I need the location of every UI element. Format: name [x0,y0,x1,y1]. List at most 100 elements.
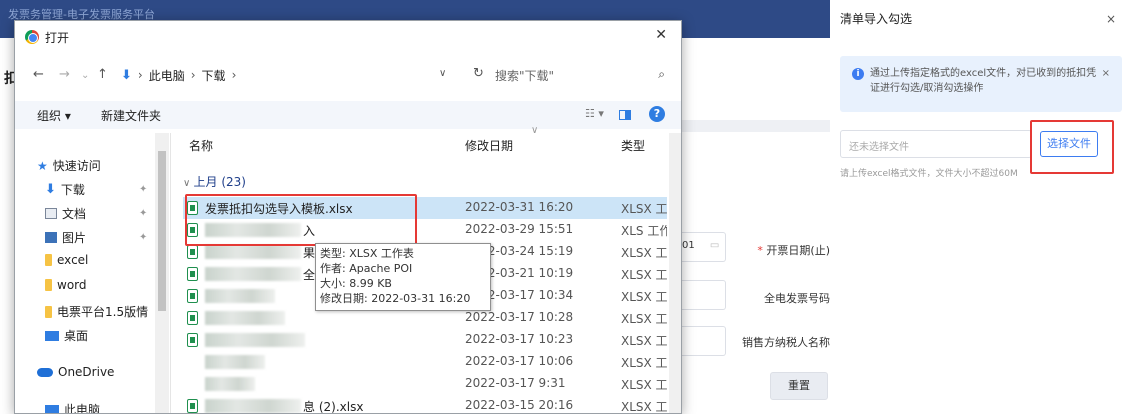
up-arrow-icon[interactable]: ↑ [97,67,108,82]
pin-icon: ✦ [139,232,148,243]
refresh-icon[interactable]: ↻ [473,66,484,81]
desktop-icon [45,330,59,341]
nav-item-quick-access[interactable]: ★ 快速访问 [37,157,101,174]
info-notice: i 通过上传指定格式的excel文件，对已收到的抵扣凭证进行勾选/取消勾选操作 … [840,56,1122,112]
file-type: XLSX 工作表 [621,334,667,348]
nav-item-onedrive[interactable]: OneDrive [37,365,114,379]
documents-icon [45,208,57,219]
recent-dropdown-icon[interactable]: ⌄ [81,70,89,81]
tooltip-author: 作者: Apache POI [320,262,413,275]
chrome-icon [25,30,39,44]
pictures-icon [45,232,57,243]
folder-icon [45,254,52,266]
file-path-input[interactable]: 还未选择文件 [840,130,1032,158]
file-list-scrollbar[interactable] [669,133,681,413]
file-type: XLSX 工作表 [621,312,667,326]
file-name: 全 [303,268,316,282]
nav-item-word[interactable]: word [45,278,87,292]
file-row[interactable]: 2022-03-17 10:23 XLSX 工作表 [183,329,667,351]
blurred-name [205,333,305,347]
file-type: XLSX 工作表 [621,378,667,392]
address-row: ← → ⌄ ↑ ⬇ › 此电脑 › 下载 › ∨ ↻ 搜索"下载" ⌕ [15,59,681,91]
date-field[interactable]: 01 ▭ [678,232,726,262]
folder-icon [45,305,52,318]
file-type: XLS 工作表 [621,224,667,238]
sort-indicator-icon: ∨ [531,125,539,136]
search-placeholder: 搜索"下载" [495,69,555,83]
blurred-name [205,311,285,325]
preview-pane-icon[interactable] [619,110,631,120]
group-header[interactable]: ∨ 上月 (23) [183,173,246,190]
search-input[interactable]: 搜索"下载" ⌕ [487,61,673,89]
file-date: 2022-03-31 16:20 [465,200,574,214]
download-icon: ⬇ [45,182,56,197]
onedrive-icon [37,367,53,377]
column-header-type[interactable]: 类型 [621,137,645,154]
invoice-number-field[interactable] [678,280,726,310]
column-header-name[interactable]: 名称 [189,137,213,154]
dialog-titlebar: 打开 ✕ [15,21,681,51]
info-icon: i [852,68,864,80]
highlight-box [1030,120,1114,174]
upload-hint: 请上传excel格式文件，文件大小不超过60M [840,169,1018,179]
tooltip-type: 类型: XLSX 工作表 [320,247,414,260]
new-folder-button[interactable]: 新建文件夹 [101,107,161,124]
download-icon: ⬇ [121,67,132,83]
nav-item-downloads[interactable]: ⬇ 下载 ✦ [45,181,147,198]
pin-icon: ✦ [139,208,148,219]
file-tooltip: 类型: XLSX 工作表 作者: Apache POI 大小: 8.99 KB … [315,243,491,311]
reset-button[interactable]: 重置 [770,372,828,400]
nav-scrollbar[interactable] [155,133,169,413]
dialog-title: 打开 [45,31,70,45]
excel-file-icon [187,399,198,413]
file-type: XLSX 工作表 [621,356,667,370]
blurred-name [205,355,265,369]
notice-close-icon[interactable]: × [1102,66,1110,81]
dialog-toolbar: 组织 ▾ 新建文件夹 ☷ ▾ ? [15,101,681,129]
view-options-icon[interactable]: ☷ ▾ [585,107,604,120]
nav-item-this-pc[interactable]: 此电脑 [45,401,100,413]
file-row[interactable]: 2022-03-17 10:06 XLSX 工作表 [183,351,667,373]
file-date: 2022-03-17 10:06 [465,354,574,368]
chevron-down-icon[interactable]: ∨ [439,68,446,79]
date-field-value: 01 [682,240,695,251]
file-name: 果 [303,246,316,260]
breadcrumb-downloads[interactable]: 下载 [202,67,226,84]
pin-icon: ✦ [139,184,148,195]
back-arrow-icon[interactable]: ← [33,67,44,82]
help-icon[interactable]: ? [649,106,665,122]
address-bar[interactable]: ⬇ › 此电脑 › 下载 › [115,61,473,89]
file-date: 2022-03-17 10:28 [465,310,574,324]
close-icon[interactable]: × [1106,12,1116,26]
organize-menu[interactable]: 组织 ▾ [37,107,71,124]
file-name: 息 (2).xlsx [303,400,364,414]
blurred-name [205,245,301,259]
notice-text: 通过上传指定格式的excel文件，对已收到的抵扣凭证进行勾选/取消勾选操作 [870,68,1097,94]
file-date: 2022-03-15 20:16 [465,398,574,412]
label-invoice-date-end: * 开票日期(止) [757,244,830,257]
nav-item-eplatform[interactable]: 电票平台1.5版情 [45,303,148,320]
highlight-box [185,194,417,246]
file-row[interactable]: 2022-03-17 9:31 XLSX 工作表 [183,373,667,395]
excel-file-icon [187,267,198,281]
nav-item-documents[interactable]: 文档 ✦ [45,205,147,222]
file-row[interactable]: 息 (2).xlsx 2022-03-15 20:16 XLSX 工作表 [183,395,667,414]
computer-icon [45,404,59,413]
breadcrumb-this-pc[interactable]: 此电脑 [149,67,185,84]
forward-arrow-icon[interactable]: → [59,67,70,82]
file-type: XLSX 工作表 [621,268,667,282]
blurred-name [205,267,301,281]
file-date: 2022-03-29 15:51 [465,222,574,236]
file-date: 2022-03-17 9:31 [465,376,566,390]
seller-name-field[interactable] [678,326,726,356]
file-open-dialog: 打开 ✕ ← → ⌄ ↑ ⬇ › 此电脑 › 下载 › ∨ ↻ 搜索"下载" ⌕… [14,20,682,414]
nav-item-excel[interactable]: excel [45,253,88,267]
blurred-name [205,399,301,413]
close-icon[interactable]: ✕ [655,27,667,43]
nav-item-desktop[interactable]: 桌面 [45,327,88,344]
nav-item-pictures[interactable]: 图片 ✦ [45,229,147,246]
file-type: XLSX 工作表 [621,246,667,260]
column-header-date[interactable]: 修改日期 [465,137,513,154]
blurred-name [205,289,275,303]
file-type: XLSX 工作表 [621,290,667,304]
